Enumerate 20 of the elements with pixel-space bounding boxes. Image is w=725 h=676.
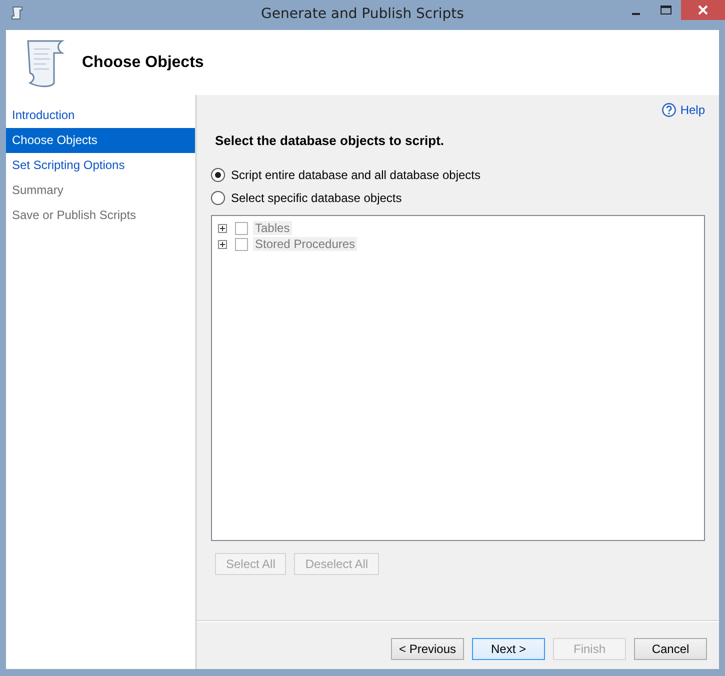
sidebar-item[interactable]: Set Scripting Options <box>6 153 195 178</box>
radio-label: Script entire database and all database objects <box>231 168 480 182</box>
close-icon <box>698 5 708 15</box>
minimize-icon <box>632 13 640 15</box>
radio-button[interactable] <box>211 168 225 182</box>
instruction-heading: Select the database objects to script. <box>215 133 446 148</box>
sidebar-item[interactable]: Choose Objects <box>6 128 195 153</box>
radio-label: Select specific database objects <box>231 191 402 205</box>
help-icon <box>662 103 676 117</box>
dialog-button[interactable]: Cancel <box>634 638 707 660</box>
radio-button[interactable] <box>211 191 225 205</box>
page-title: Choose Objects <box>82 54 204 72</box>
scroll-icon <box>10 6 24 20</box>
close-button[interactable] <box>681 0 725 20</box>
sidebar-item[interactable]: Introduction <box>6 103 195 128</box>
dialog-button[interactable]: < Previous <box>391 638 464 660</box>
dialog-button[interactable]: Next > <box>472 638 545 660</box>
help-link[interactable]: Help <box>662 103 705 117</box>
maximize-icon <box>660 5 672 15</box>
window-title: Generate and Publish Scripts <box>261 6 464 22</box>
